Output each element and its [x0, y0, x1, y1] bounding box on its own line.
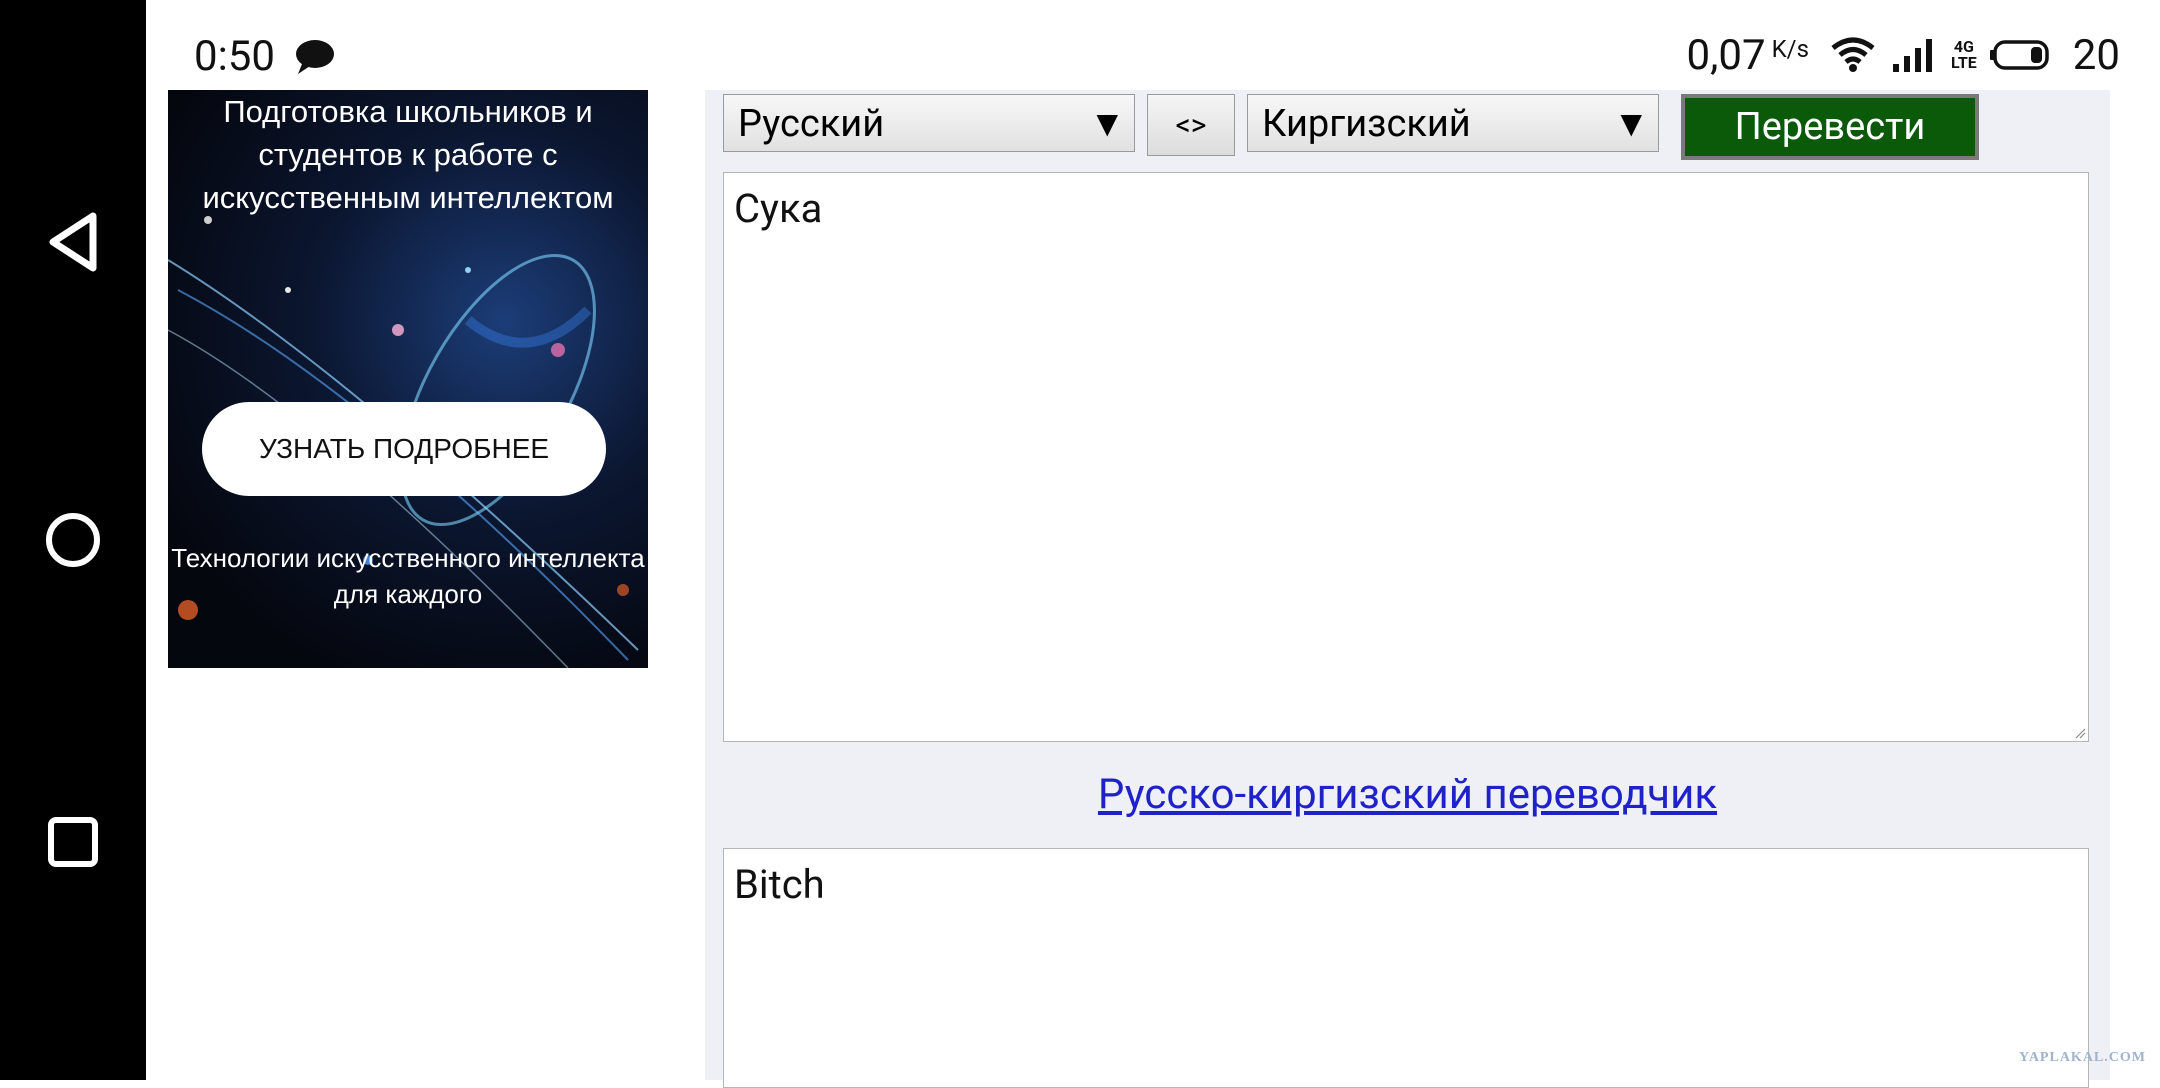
ad-banner[interactable]: Подготовка школьников и студентов к рабо…	[168, 90, 648, 668]
site-watermark: YAPLAKAL.COM	[2019, 1050, 2146, 1065]
resize-handle-icon[interactable]	[2074, 727, 2086, 739]
swap-languages-button[interactable]: <>	[1147, 94, 1235, 156]
target-language-value: Киргизский	[1262, 102, 1471, 146]
translation-result-output[interactable]: Bitch	[723, 848, 2089, 1088]
message-notification-icon	[296, 40, 334, 74]
status-bar: 0:50 0,07 K/s 4G LTE 20	[146, 0, 2160, 90]
source-language-value: Русский	[738, 102, 885, 146]
battery-level: 20	[2072, 30, 2120, 80]
network-type: 4G LTE	[1950, 37, 1977, 72]
wifi-icon	[1831, 37, 1875, 72]
android-navigation-bar	[0, 0, 146, 1080]
clock: 0:50	[194, 32, 275, 81]
battery-icon	[1989, 40, 2049, 70]
translator-title-link[interactable]: Русско-киргизский переводчик	[705, 770, 2110, 819]
source-text-value: Сука	[734, 185, 823, 232]
cellular-signal-icon	[1892, 39, 1932, 72]
translator-panel: Русский ▼ <> Киргизский ▼ Перевести Сука…	[705, 90, 2110, 1088]
home-icon[interactable]	[43, 510, 103, 570]
recents-icon[interactable]	[43, 812, 103, 872]
ad-headline: Подготовка школьников и студентов к рабо…	[202, 94, 614, 215]
dropdown-arrow-icon: ▼	[1096, 107, 1118, 140]
target-language-select[interactable]: Киргизский ▼	[1247, 94, 1659, 152]
translate-button[interactable]: Перевести	[1681, 94, 1979, 160]
source-text-input[interactable]: Сука	[723, 172, 2089, 742]
result-text-value: Bitch	[734, 861, 825, 908]
translator-toolbar: Русский ▼ <> Киргизский ▼ Перевести	[723, 94, 2123, 164]
back-icon[interactable]	[43, 210, 103, 274]
network-speed-unit: K/s	[1771, 35, 1809, 63]
dropdown-arrow-icon: ▼	[1620, 107, 1642, 140]
network-speed: 0,07	[1686, 30, 1766, 80]
ad-learn-more-button[interactable]: УЗНАТЬ ПОДРОБНЕЕ	[202, 402, 606, 496]
source-language-select[interactable]: Русский ▼	[723, 94, 1135, 152]
ad-footer-text: Технологии искусственного интеллекта для…	[171, 543, 645, 609]
